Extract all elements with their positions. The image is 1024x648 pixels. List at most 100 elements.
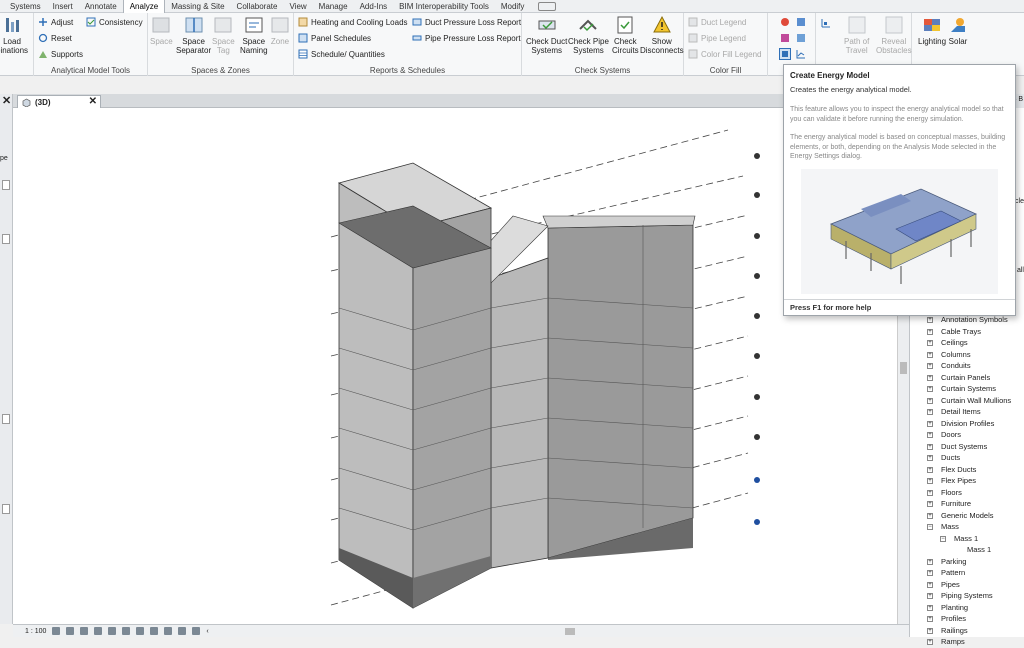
properties-field[interactable] <box>2 504 10 514</box>
create-energy-model-icon[interactable] <box>779 48 791 60</box>
panel-schedules-button[interactable]: Panel Schedules <box>298 33 371 43</box>
browser-tree-item[interactable]: + Planting <box>910 602 1024 614</box>
browser-tree-item[interactable]: − Mass <box>910 521 1024 533</box>
browser-tree-item[interactable]: + Piping Systems <box>910 590 1024 602</box>
expand-icon[interactable]: + <box>927 570 933 576</box>
browser-tree-item[interactable]: + Conduits <box>910 360 1024 372</box>
path-of-travel-button[interactable]: Path of Travel <box>844 15 869 55</box>
expand-icon[interactable]: + <box>927 639 933 645</box>
browser-tree-item[interactable]: + Flex Pipes <box>910 475 1024 487</box>
lighting-button[interactable]: Lighting <box>918 15 946 46</box>
space-separator-button[interactable]: Space Separator <box>176 15 211 55</box>
expand-icon[interactable]: + <box>927 317 933 323</box>
adjust-button[interactable]: Adjust <box>38 17 73 27</box>
view-scale[interactable]: 1 : 100 <box>25 628 46 635</box>
tab-manage[interactable]: Manage <box>313 0 354 13</box>
close-properties-icon[interactable]: ✕ <box>2 94 11 107</box>
browser-tree-item[interactable]: + Profiles <box>910 613 1024 625</box>
show-disconnects-button[interactable]: Show Disconnects <box>640 15 684 55</box>
reset-button[interactable]: Reset <box>38 33 72 43</box>
browser-tree-item[interactable]: + Columns <box>910 349 1024 361</box>
lock-view-icon[interactable] <box>150 627 159 635</box>
check-duct-systems-button[interactable]: Check Duct Systems <box>526 15 567 55</box>
browser-tree-item[interactable]: + Detail Items <box>910 406 1024 418</box>
3d-view-canvas[interactable] <box>13 108 897 624</box>
browser-tree-item[interactable]: + Ceilings <box>910 337 1024 349</box>
space-naming-button[interactable]: Space Naming <box>240 15 268 55</box>
consistency-button[interactable]: Consistency <box>86 17 143 27</box>
expand-icon[interactable]: + <box>927 466 933 473</box>
expand-icon[interactable]: + <box>927 374 933 381</box>
render-icon[interactable] <box>108 627 117 635</box>
energy-graph-icon[interactable] <box>796 49 806 59</box>
spaces-panel-title[interactable]: Spaces & Zones <box>148 66 293 75</box>
tab-view[interactable]: View <box>283 0 312 13</box>
temporary-hide-icon[interactable] <box>164 627 173 635</box>
browser-tree-item[interactable]: + Doors <box>910 429 1024 441</box>
browser-tree-item[interactable]: + Curtain Panels <box>910 372 1024 384</box>
crop-view-icon[interactable] <box>122 627 131 635</box>
browser-tree-item[interactable]: + Pipes <box>910 579 1024 591</box>
solar-button[interactable]: Solar <box>948 15 968 46</box>
expand-icon[interactable]: + <box>927 501 933 507</box>
duct-legend-button[interactable]: Duct Legend <box>688 17 746 27</box>
browser-tree-item[interactable]: + Floors <box>910 487 1024 499</box>
expand-icon[interactable]: + <box>927 432 933 438</box>
scroll-thumb[interactable] <box>900 362 907 374</box>
properties-field[interactable] <box>2 414 10 424</box>
browser-tree-item[interactable]: + Flex Ducts <box>910 464 1024 476</box>
show-crop-icon[interactable] <box>136 627 145 635</box>
browser-tree-item[interactable]: + Ducts <box>910 452 1024 464</box>
expand-icon[interactable]: + <box>927 386 933 392</box>
tab-systems[interactable]: Systems <box>4 0 47 13</box>
space-tag-button[interactable]: Space Tag <box>212 15 235 55</box>
expand-icon[interactable]: + <box>927 616 933 622</box>
supports-button[interactable]: Supports <box>38 49 83 59</box>
route-analysis-icon[interactable] <box>820 17 832 29</box>
expand-icon[interactable]: + <box>927 627 933 634</box>
expand-icon[interactable]: + <box>927 340 933 346</box>
browser-tree-item[interactable]: + Railings <box>910 625 1024 637</box>
expand-icon[interactable]: + <box>927 478 933 484</box>
tab-collaborate[interactable]: Collaborate <box>231 0 284 13</box>
energy-settings-icon[interactable] <box>780 17 790 27</box>
pipe-legend-button[interactable]: Pipe Legend <box>688 33 746 43</box>
reveal-obstacles-button[interactable]: Reveal Obstacles <box>876 15 912 55</box>
expand-icon[interactable]: + <box>927 363 933 369</box>
tab-annotate[interactable]: Annotate <box>79 0 123 13</box>
browser-tree-item[interactable]: + Division Profiles <box>910 418 1024 430</box>
tab-analyze[interactable]: Analyze <box>122 0 166 13</box>
expand-icon[interactable]: + <box>927 512 933 519</box>
close-view-icon[interactable]: ✕ <box>89 96 97 107</box>
check-pipe-systems-button[interactable]: Check Pipe Systems <box>568 15 609 55</box>
energy-run-icon[interactable] <box>780 33 790 43</box>
collapse-icon[interactable]: − <box>927 524 933 530</box>
visual-style-icon[interactable] <box>66 627 75 635</box>
view-tab-3d[interactable]: (3D) ✕ <box>17 95 101 108</box>
check-circuits-button[interactable]: Check Circuits <box>612 15 639 55</box>
expand-icon[interactable]: + <box>927 409 933 415</box>
tab-add-ins[interactable]: Add-Ins <box>354 0 394 13</box>
browser-tree-item[interactable]: + Pattern <box>910 567 1024 579</box>
browser-tree-item[interactable]: + Furniture <box>910 498 1024 510</box>
zone-button[interactable]: Zone <box>270 15 290 46</box>
expand-icon[interactable]: + <box>927 489 933 496</box>
worksharing-icon[interactable] <box>192 627 201 635</box>
browser-tree-item[interactable]: + Duct Systems <box>910 441 1024 453</box>
duct-pressure-loss-button[interactable]: Duct Pressure Loss Report <box>412 17 521 27</box>
browser-tree-item[interactable]: + Generic Models <box>910 510 1024 522</box>
ribbon-display-toggle-icon[interactable] <box>538 1 557 11</box>
properties-field[interactable] <box>2 180 10 190</box>
expand-icon[interactable]: + <box>927 420 933 427</box>
expand-icon[interactable]: + <box>927 397 933 404</box>
shadows-icon[interactable] <box>94 627 103 635</box>
reveal-hidden-icon[interactable] <box>178 627 187 635</box>
color-fill-legend-button[interactable]: Color Fill Legend <box>688 49 761 59</box>
browser-tree-item[interactable]: + Curtain Wall Mullions <box>910 395 1024 407</box>
browser-tree-item[interactable]: + Ramps <box>910 636 1024 648</box>
browser-tree-item[interactable]: + Cable Trays <box>910 326 1024 338</box>
scroll-left-icon[interactable]: ‹ <box>206 628 208 635</box>
load-combinations-button[interactable]: Load binations <box>0 15 28 55</box>
energy-model-icon[interactable] <box>796 17 806 27</box>
properties-field[interactable] <box>2 234 10 244</box>
